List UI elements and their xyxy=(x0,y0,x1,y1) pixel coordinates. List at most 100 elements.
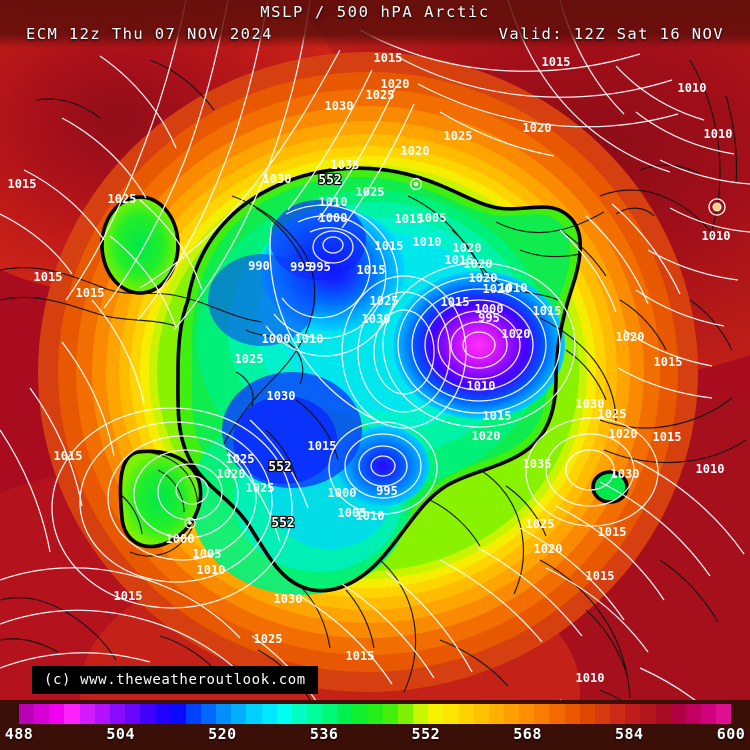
isobar-label: 1015 xyxy=(8,177,37,191)
isobar-label: 1025 xyxy=(526,517,555,531)
isobar-label: 1020 xyxy=(609,427,638,441)
isobar-label: 1010 xyxy=(197,563,226,577)
isobar-label: 1010 xyxy=(702,229,731,243)
colorbar-cell-40 xyxy=(625,704,641,724)
isobar-label: 1020 xyxy=(534,542,563,556)
colorbar-cell-23 xyxy=(367,704,383,724)
colorbar-cell-39 xyxy=(610,704,626,724)
isobar-label: 1020 xyxy=(217,467,246,481)
colorbar-cell-9 xyxy=(155,704,171,724)
isobar-label: 1010 xyxy=(467,379,496,393)
isobar-label: 1025 xyxy=(366,88,395,102)
colorbar-cell-8 xyxy=(140,704,156,724)
colorbar-cell-32 xyxy=(504,704,520,724)
colorbar-cell-21 xyxy=(337,704,353,724)
colorbar-cell-14 xyxy=(231,704,247,724)
colorbar-cell-44 xyxy=(685,704,702,724)
isobar-label: 1015 xyxy=(34,270,63,284)
isobar-label: 1015 xyxy=(533,304,562,318)
map-canvas[interactable]: 1015 1020 1025 1030 1015 1010 1020 1025 1020 1035… xyxy=(0,0,750,750)
colorbar-cell-11 xyxy=(185,704,201,724)
colorbar-cell-19 xyxy=(306,704,323,724)
isobar-label: 1030 xyxy=(263,172,292,186)
isobar-label: 1025 xyxy=(226,452,255,466)
isobar-label: 1030 xyxy=(362,312,391,326)
isobar-label: 1015 xyxy=(346,649,375,663)
colorbar-strip[interactable] xyxy=(19,704,732,724)
colorbar-cell-38 xyxy=(594,704,611,724)
colorbar-cell-35 xyxy=(549,704,565,724)
colorbar-cell-5 xyxy=(94,704,110,724)
colorbar-cell-26 xyxy=(413,704,429,724)
isobar-label: 1020 xyxy=(464,257,493,271)
isobar-label: 1015 xyxy=(483,409,512,423)
low-center-primary xyxy=(393,271,565,419)
colorbar-cell-25 xyxy=(397,704,414,724)
isobar-label: 1025 xyxy=(356,185,385,199)
colorbar-cell-16 xyxy=(261,704,277,724)
colorbar-cell-37 xyxy=(579,704,595,724)
isobar-label: 995 xyxy=(309,260,331,274)
isobar-label: 1015 xyxy=(308,439,337,453)
isobar-label: 1000 xyxy=(328,486,357,500)
isobar-label: 1010 xyxy=(696,462,725,476)
isobar-label: 1020 xyxy=(472,429,501,443)
height-contour-label: 552 xyxy=(268,460,291,475)
colorbar-cell-41 xyxy=(640,704,656,724)
isobar-label: 1030 xyxy=(267,389,296,403)
isobar-label: 1035 xyxy=(523,457,552,471)
colorbar-cell-30 xyxy=(473,704,489,724)
isobar-label: 1015 xyxy=(374,51,403,65)
colorbar-cell-43 xyxy=(670,704,686,724)
colorbar-tick-536: 536 xyxy=(309,725,339,743)
colorbar-cell-29 xyxy=(458,704,474,724)
isobar-label: 1015 xyxy=(598,525,627,539)
colorbar-cell-31 xyxy=(488,704,504,724)
isobar-label: 1025 xyxy=(370,294,399,308)
colorbar-cell-17 xyxy=(276,704,292,724)
isobar-label: 1010 xyxy=(356,509,385,523)
isobar-label: 1015 xyxy=(441,295,470,309)
isobar-label: 1000 xyxy=(319,211,348,225)
colorbar-cell-13 xyxy=(216,704,232,724)
colorbar-tick-552: 552 xyxy=(411,725,441,743)
isobar-label: 1030 xyxy=(274,592,303,606)
isobar-label: 1015 xyxy=(114,589,143,603)
isobar-label: 1030 xyxy=(611,467,640,481)
isobar-label: 1015 xyxy=(76,286,105,300)
colorbar-cell-18 xyxy=(291,704,307,724)
isobar-label: 1020 xyxy=(469,271,498,285)
isobar-label: 1020 xyxy=(401,144,430,158)
isobar-label: 1020 xyxy=(523,121,552,135)
isobar-label: 1025 xyxy=(108,192,137,206)
colorbar-tick-488: 488 xyxy=(4,725,34,743)
colorbar-cell-1 xyxy=(34,704,50,724)
isobar-label: 1010 xyxy=(319,195,348,209)
weather-map-app: 1015 1020 1025 1030 1015 1010 1020 1025 1020 1035… xyxy=(0,0,750,750)
copyright-bar: (c) www.theweatheroutlook.com xyxy=(32,666,318,694)
colorbar-panel: 488 504 520 536 552 568 584 600 xyxy=(0,700,750,750)
isobar-label: 995 xyxy=(376,484,398,498)
colorbar-cell-10 xyxy=(170,704,186,724)
isobar-label: 1005 xyxy=(193,547,222,561)
colorbar-cell-24 xyxy=(382,704,398,724)
colorbar-cell-2 xyxy=(49,704,65,724)
colorbar-cell-22 xyxy=(352,704,368,724)
colorbar-tick-584: 584 xyxy=(614,725,644,743)
colorbar-tick-labels: 488 504 520 536 552 568 584 600 xyxy=(0,725,750,749)
isobar-label: 1010 xyxy=(499,281,528,295)
isobar-label: 1020 xyxy=(502,327,531,341)
colorbar-cell-6 xyxy=(109,704,126,724)
isobar-label: 1000 xyxy=(262,332,291,346)
isobar-label: 995 xyxy=(478,311,500,325)
isobar-label: 1035 xyxy=(331,158,360,172)
colorbar-cell-42 xyxy=(655,704,671,724)
isobar-label: 1010 xyxy=(576,671,605,685)
colorbar-tick-600: 600 xyxy=(716,725,746,743)
colorbar-cell-15 xyxy=(246,704,262,724)
isobar-label: 1025 xyxy=(598,407,627,421)
isobar-label: 1015 xyxy=(54,449,83,463)
colorbar-cell-12 xyxy=(200,704,217,724)
colorbar-cell-0 xyxy=(19,704,35,724)
isobar-label: 1015 xyxy=(375,239,404,253)
